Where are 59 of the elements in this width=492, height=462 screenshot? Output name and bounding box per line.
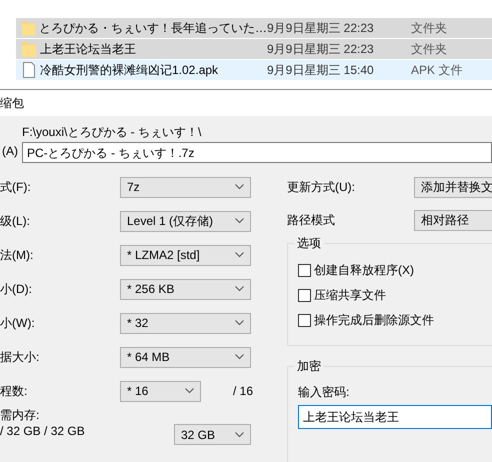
chevron-icon — [235, 286, 244, 292]
checkbox-label: 压缩共享文件 — [314, 287, 386, 304]
group-title: 选项 — [294, 236, 324, 250]
file-row[interactable]: 冷酷女刑警的裸滩缉凶记1.02.apk 9月9日星期三 15:40 APK 文件 — [16, 60, 492, 80]
checkbox[interactable] — [298, 288, 311, 302]
option-label: 级(L): — [0, 213, 31, 230]
file-icon — [22, 62, 36, 78]
archive-name-field[interactable]: PC-とろぴかる - ちぇいす！.7z — [22, 142, 492, 163]
dropdown[interactable]: * 64 MB — [120, 346, 251, 368]
password-field[interactable]: 上老王论坛当老王 — [298, 405, 492, 429]
folder-icon — [22, 20, 35, 36]
dropdown[interactable]: * 32 — [120, 312, 251, 334]
file-name: 冷酷女刑警的裸滩缉凶记1.02.apk — [40, 62, 218, 79]
file-date: 9月9日星期三 22:23 — [267, 41, 375, 58]
window-title: 缩包 — [0, 95, 24, 112]
dropdown[interactable]: * LZMA2 [std] — [120, 244, 251, 266]
chevron-icon — [235, 432, 244, 438]
folder-icon — [22, 41, 36, 57]
checkbox[interactable] — [298, 314, 311, 326]
dropdown[interactable]: Level 1 (仅存储) — [120, 210, 251, 232]
thread-count: / 16 — [233, 383, 254, 400]
file-type: APK 文件 — [411, 62, 462, 79]
file-type: 文件夹 — [411, 41, 447, 58]
archive-label: (A) — [1, 143, 19, 160]
chevron-icon — [235, 252, 244, 258]
archive-path: F:\youxi\とろぴかる - ちぇいす！\ — [22, 125, 202, 139]
dropdown[interactable]: 相对路径 — [414, 210, 492, 230]
option-label: 程数: — [0, 383, 28, 400]
option-label: 小(W): — [0, 315, 36, 332]
memory-usage: / 32 GB / 32 GB — [0, 423, 86, 439]
dropdown[interactable]: * 16 — [120, 380, 201, 402]
option-label: 更新方式(U): — [287, 179, 356, 196]
checkbox-label: 操作完成后删除源文件 — [314, 312, 434, 329]
option-label: 法(M): — [0, 247, 34, 264]
memory-label: 需内存: — [0, 407, 40, 423]
file-date: 9月9日星期三 15:40 — [267, 62, 375, 79]
file-type: 文件夹 — [411, 20, 447, 37]
option-label: 据大小: — [0, 349, 40, 366]
checkbox-label: 创建自释放程序(X) — [314, 262, 414, 279]
chevron-icon — [235, 184, 244, 190]
dropdown[interactable]: 添加并替换文 — [414, 176, 492, 198]
option-label: 式(F): — [0, 179, 32, 196]
chevron-icon — [235, 354, 244, 360]
checkbox[interactable] — [298, 264, 311, 276]
chevron-icon — [235, 320, 244, 326]
dropdown[interactable]: 7z — [120, 176, 251, 198]
option-label: 路径模式 — [287, 212, 336, 229]
file-name: 上老王论坛当老王 — [40, 41, 136, 58]
chevron-icon — [185, 388, 194, 394]
dropdown[interactable]: * 256 KB — [120, 278, 251, 300]
password-label: 输入密码: — [298, 384, 350, 401]
file-name: とろぴかる・ちぇいす！長年追っていた… — [39, 20, 267, 37]
group-title: 加密 — [294, 359, 324, 373]
file-row[interactable]: 上老王论坛当老王 9月9日星期三 22:23 文件夹 — [16, 39, 492, 59]
option-label: 小(D): — [0, 281, 33, 298]
dropdown[interactable]: 32 GB — [174, 424, 251, 445]
file-row[interactable]: とろぴかる・ちぇいす！長年追っていた…9月9日星期三 22:23 文件夹 — [16, 18, 492, 38]
file-date: 9月9日星期三 22:23 — [267, 20, 375, 37]
chevron-icon — [235, 218, 244, 224]
